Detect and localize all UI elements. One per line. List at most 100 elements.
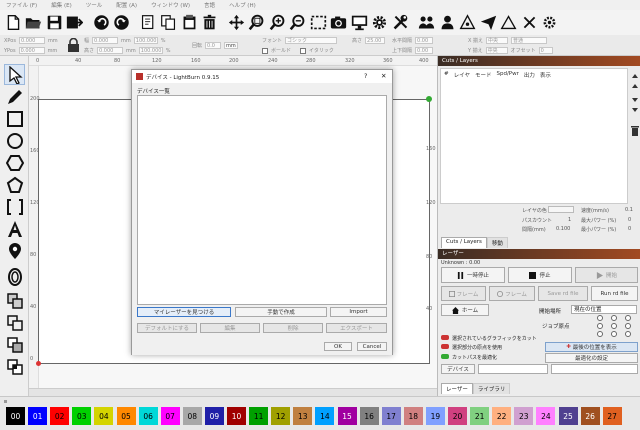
vspace-input[interactable]: 0.00	[415, 47, 434, 54]
palette-swatch[interactable]: 10	[227, 407, 246, 425]
width-input[interactable]: 0.000	[92, 37, 119, 44]
max-power-value[interactable]: 0	[628, 217, 631, 223]
lock-ratio-button[interactable]	[67, 37, 80, 52]
width-pct-input[interactable]: 100.000	[133, 37, 158, 44]
boolean-intersect-tool[interactable]	[4, 356, 25, 377]
export-button[interactable]	[65, 13, 85, 33]
frame-button[interactable]: フレーム	[441, 286, 486, 301]
palette-swatch[interactable]: 15	[337, 407, 357, 425]
cog-small-button[interactable]	[540, 13, 560, 33]
copy-button[interactable]	[159, 13, 179, 33]
optimization-settings-button[interactable]: 最適化の設定	[545, 353, 638, 363]
show-last-position-button[interactable]: ✚ 最後の位置を表示	[545, 342, 638, 352]
palette-swatch[interactable]: 25	[558, 407, 578, 425]
origin-radio-mr[interactable]	[625, 323, 631, 329]
frame-circle-button[interactable]: フレーム	[489, 286, 535, 301]
delete-button[interactable]	[200, 13, 220, 33]
palette-swatch[interactable]: 24	[536, 407, 556, 425]
horizontal-scrollbar[interactable]	[29, 388, 437, 396]
zoom-out-button[interactable]	[288, 13, 308, 33]
speed-value[interactable]: 0.1	[625, 207, 633, 213]
text-height-input[interactable]: 25.00	[365, 37, 386, 44]
undo-button[interactable]	[91, 13, 111, 33]
palette-swatch[interactable]: 23	[514, 407, 534, 425]
delete-device-button[interactable]: 削除	[263, 323, 323, 333]
find-my-laser-button[interactable]: マイレーザーを見つける	[137, 307, 231, 317]
triangle-button[interactable]	[499, 13, 519, 33]
menu-language[interactable]: 言語	[204, 1, 215, 9]
start-from-select[interactable]: 現在の位置	[571, 305, 637, 314]
open-button[interactable]	[24, 13, 44, 33]
menu-window[interactable]: ウィンドウ (W)	[151, 1, 190, 9]
origin-radio-bl[interactable]	[597, 331, 603, 337]
palette-swatch[interactable]: 04	[94, 407, 114, 425]
move-button[interactable]	[226, 13, 246, 33]
import-device-button[interactable]: Import	[330, 307, 387, 317]
pause-button[interactable]: 一時停止	[441, 267, 505, 283]
palette-swatch[interactable]: 11	[249, 407, 269, 425]
new-file-button[interactable]	[3, 13, 23, 33]
height-input[interactable]: 0.000	[97, 47, 124, 54]
redo-button[interactable]	[112, 13, 132, 33]
origin-radio-bc[interactable]	[611, 331, 617, 337]
run-rd-button[interactable]: Run rd file	[591, 286, 638, 301]
boolean-union-tool[interactable]	[4, 312, 25, 333]
device-select[interactable]	[478, 364, 548, 374]
palette-swatch[interactable]: 01	[28, 407, 48, 425]
menu-tools[interactable]: ツール	[86, 1, 103, 9]
offset-input[interactable]: 0	[538, 47, 553, 54]
device-mode-select[interactable]	[551, 364, 638, 374]
palette-swatch[interactable]: 00	[6, 407, 25, 425]
origin-radio-tr[interactable]	[625, 315, 631, 321]
ellipse-tool[interactable]	[4, 130, 25, 151]
italic-checkbox[interactable]	[300, 47, 307, 54]
rotate-input[interactable]: 0.0	[205, 42, 222, 49]
layer-delete-button[interactable]	[631, 126, 639, 136]
font-select[interactable]: ゴシック	[285, 37, 338, 44]
cancel-button[interactable]: Cancel	[357, 342, 387, 351]
palette-swatch[interactable]: 27	[602, 407, 622, 425]
zoom-fit-button[interactable]	[247, 13, 267, 33]
home-button[interactable]: ホーム	[441, 304, 489, 316]
edit-nodes-tool[interactable]	[4, 196, 25, 217]
menu-file[interactable]: ファイル (F)	[6, 1, 37, 9]
send-button[interactable]	[478, 13, 498, 33]
paste-button[interactable]	[179, 13, 199, 33]
settings-button[interactable]	[370, 13, 390, 33]
palette-swatch[interactable]: 17	[381, 407, 401, 425]
palette-swatch[interactable]: 20	[448, 407, 467, 425]
cut-selected-toggle[interactable]	[441, 335, 449, 340]
zoom-selection-button[interactable]	[308, 13, 328, 33]
mm-toggle-button[interactable]: mm	[224, 42, 239, 49]
rectangle-tool[interactable]	[4, 108, 25, 129]
laser-beam-button[interactable]	[458, 13, 478, 33]
dialog-close-button[interactable]: ✕	[381, 72, 386, 80]
edit-device-button[interactable]: 編集	[200, 323, 260, 333]
select-tool[interactable]	[4, 64, 25, 85]
align-y-select[interactable]: 中央	[485, 47, 508, 54]
hspace-input[interactable]: 0.00	[415, 37, 434, 44]
set-default-button[interactable]: デフォルトにする	[137, 323, 197, 333]
use-origin-toggle[interactable]	[441, 344, 449, 349]
devices-button[interactable]: デバイス	[441, 364, 475, 374]
palette-swatch[interactable]: 06	[138, 407, 158, 425]
save-button[interactable]	[44, 13, 64, 33]
interval-value[interactable]: 0.100	[556, 226, 570, 232]
min-power-value[interactable]: 0	[628, 226, 631, 232]
palette-swatch[interactable]: 02	[50, 407, 70, 425]
tab-cuts-layers[interactable]: Cuts / Layers	[441, 237, 487, 248]
boolean-subtract-tool[interactable]	[4, 334, 25, 355]
style-select[interactable]: 普通	[511, 37, 548, 44]
palette-swatch[interactable]: 09	[204, 407, 224, 425]
offset-shapes-tool[interactable]	[4, 266, 25, 287]
palette-swatch[interactable]: 26	[580, 407, 600, 425]
palette-swatch[interactable]: 03	[72, 407, 92, 425]
start-button[interactable]: 開始	[575, 267, 638, 283]
text-tool[interactable]	[4, 218, 25, 239]
align-x-select[interactable]: 中央	[486, 37, 509, 44]
menu-help[interactable]: ヘルプ (H)	[229, 1, 256, 9]
create-manually-button[interactable]: 手動で作成	[235, 307, 327, 317]
device-settings-button[interactable]	[390, 13, 410, 33]
camera-button[interactable]	[329, 13, 349, 33]
user-button[interactable]	[437, 13, 457, 33]
